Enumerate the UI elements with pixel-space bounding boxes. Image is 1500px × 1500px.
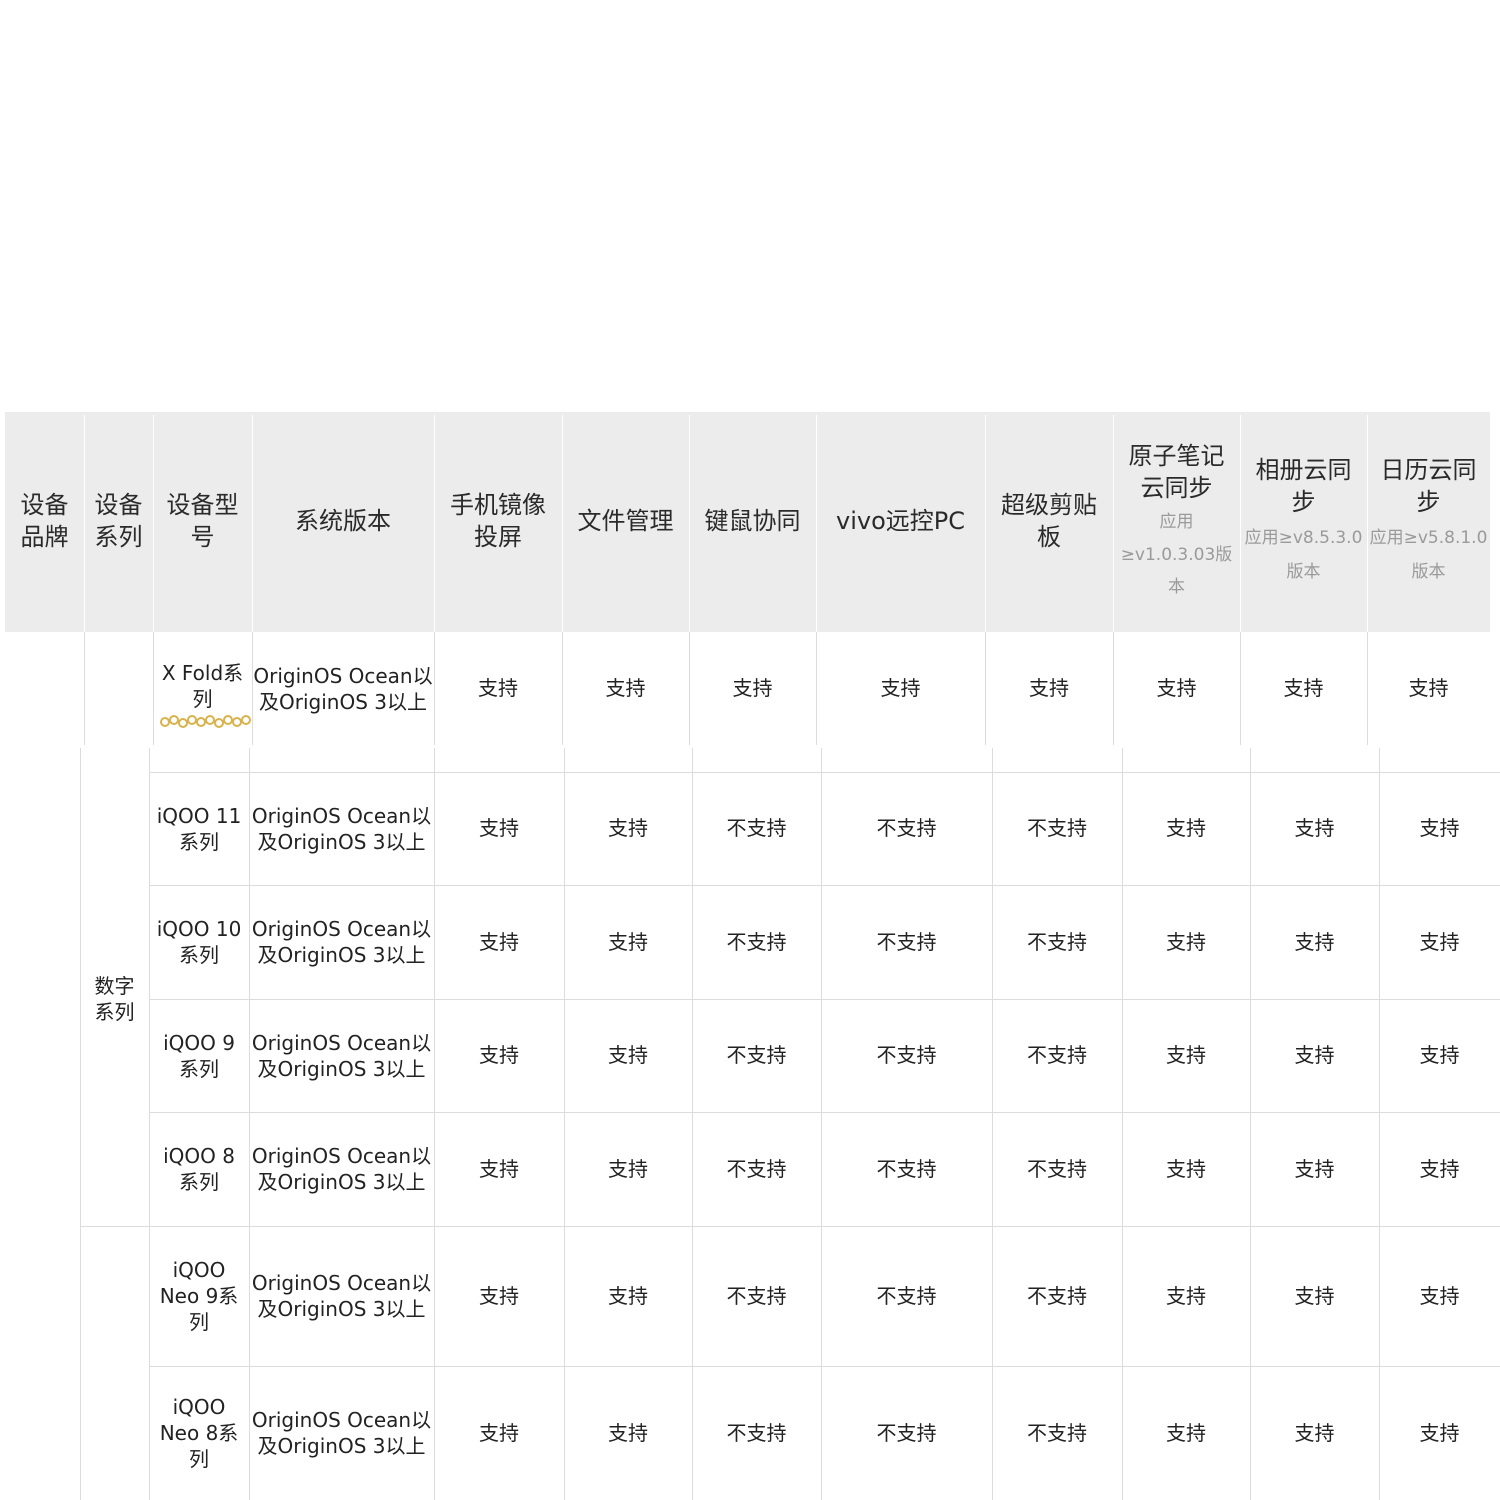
model-cell: iQOO 8 系列 [163,1144,235,1194]
table-row: iQOO Neo 9系 列 OriginOS Ocean以 及OriginOS … [0,1226,1500,1366]
watermark-decoration [157,710,253,732]
mirror-value: 支持 [478,676,518,701]
kbm-value: 不支持 [726,929,787,954]
files-value: 支持 [608,1043,648,1068]
table-row: iQOO 11 系列 OriginOS Ocean以 及OriginOS 3以上… [0,772,1500,885]
table-row: iQOO 8 系列 OriginOS Ocean以 及OriginOS 3以上 … [0,1112,1500,1226]
header-kbm: 键鼠协同 [689,412,816,632]
files-value: 支持 [608,1283,648,1308]
os-cell: OriginOS Ocean以 及OriginOS 3以上 [251,1408,432,1458]
model-cell: iQOO Neo 9系 列 [159,1258,239,1334]
notes-value: 支持 [1166,1283,1206,1308]
clipboard-value: 不支持 [1027,1043,1087,1068]
os-cell: OriginOS Ocean以 及OriginOS 3以上 [251,1144,432,1194]
remote-value: 不支持 [876,1420,937,1445]
remote-value: 支持 [880,676,921,701]
mirror-value: 支持 [479,816,519,841]
header-mirror: 手机镜像 投屏 [434,412,562,632]
model-cell: iQOO 9 系列 [163,1030,235,1081]
clipboard-value: 不支持 [1027,1420,1087,1445]
mirror-value: 支持 [479,1283,519,1308]
clipboard-value: 不支持 [1027,929,1087,954]
mirror-value: 支持 [479,1043,519,1068]
remote-value: 不支持 [876,929,937,954]
kbm-value: 不支持 [726,1420,787,1445]
header-album: 相册云同 步 应用≥v8.5.3.0 版本 [1240,412,1367,632]
notes-value: 支持 [1166,929,1206,954]
remote-value: 不支持 [876,1043,937,1068]
remote-value: 不支持 [876,816,937,841]
header-remote-pc: vivo远控PC [816,412,985,632]
clipboard-value: 不支持 [1027,1283,1087,1308]
clipboard-value: 不支持 [1027,1156,1087,1181]
os-cell: OriginOS Ocean以 及OriginOS 3以上 [251,1271,432,1321]
calendar-value: 支持 [1419,1043,1460,1068]
files-value: 支持 [605,676,646,701]
header-album-sub: 应用≥v8.5.3.0 版本 [1244,527,1363,582]
header-files: 文件管理 [562,412,689,632]
header-os-version: 系统版本 [252,412,434,632]
album-value: 支持 [1294,1043,1335,1068]
mirror-value: 支持 [479,929,519,954]
header-series: 设备 系列 [84,412,153,632]
album-value: 支持 [1294,1156,1335,1181]
calendar-value: 支持 [1419,1283,1460,1308]
kbm-value: 不支持 [726,1283,787,1308]
header-calendar-title: 日历云同 步 [1380,456,1477,516]
mirror-value: 支持 [479,1420,519,1445]
clipboard-value: 支持 [1029,676,1069,701]
album-value: 支持 [1283,676,1324,701]
notes-value: 支持 [1166,1420,1206,1445]
kbm-value: 不支持 [726,816,787,841]
notes-value: 支持 [1156,676,1197,701]
files-value: 支持 [608,816,648,841]
remote-value: 不支持 [876,1156,937,1181]
kbm-value: 支持 [732,676,773,701]
model-cell: X Fold系 列 [161,661,244,711]
header-calendar-sub: 应用≥v5.8.1.0 版本 [1369,527,1488,582]
model-cell: iQOO Neo 8系 列 [159,1395,239,1471]
table-row: iQOO 9 系列 OriginOS Ocean以 及OriginOS 3以上 … [0,999,1500,1112]
model-cell: iQOO 11 系列 [156,803,242,854]
header-calendar: 日历云同 步 应用≥v5.8.1.0 版本 [1367,412,1490,632]
table-row: iQOO Neo 8系 列 OriginOS Ocean以 及OriginOS … [0,1366,1500,1500]
calendar-value: 支持 [1408,676,1449,701]
calendar-value: 支持 [1419,1156,1460,1181]
header-album-title: 相册云同 步 [1255,456,1352,516]
album-value: 支持 [1294,929,1335,954]
table-row: X Fold系 列 OriginOS Ocean以 及OriginOS 3以上 … [5,632,1490,745]
calendar-value: 支持 [1419,929,1460,954]
album-value: 支持 [1294,816,1335,841]
files-value: 支持 [608,929,648,954]
files-value: 支持 [608,1156,648,1181]
header-brand: 设备 品牌 [5,412,84,632]
notes-value: 支持 [1166,1156,1206,1181]
header-clipboard: 超级剪贴 板 [985,412,1113,632]
remote-value: 不支持 [876,1283,937,1308]
notes-value: 支持 [1166,1043,1206,1068]
kbm-value: 不支持 [726,1156,787,1181]
files-value: 支持 [608,1420,648,1445]
header-notes-sub: 应用 ≥v1.0.3.03版 本 [1120,512,1233,597]
notes-value: 支持 [1166,816,1206,841]
header-notes-title: 原子笔记 云同步 [1128,441,1225,502]
model-cell: iQOO 10 系列 [156,917,242,967]
os-cell: OriginOS Ocean以 及OriginOS 3以上 [251,803,432,854]
header-notes: 原子笔记 云同步 应用 ≥v1.0.3.03版 本 [1113,412,1240,632]
os-cell: OriginOS Ocean以 及OriginOS 3以上 [253,663,433,714]
kbm-value: 不支持 [726,1043,787,1068]
os-cell: OriginOS Ocean以 及OriginOS 3以上 [251,917,432,967]
header-model: 设备型 号 [153,412,252,632]
calendar-value: 支持 [1419,1420,1460,1445]
os-cell: OriginOS Ocean以 及OriginOS 3以上 [251,1030,432,1081]
calendar-value: 支持 [1419,816,1460,841]
clipboard-value: 不支持 [1027,816,1087,841]
mirror-value: 支持 [479,1156,519,1181]
album-value: 支持 [1294,1420,1335,1445]
table-row: iQOO 10 系列 OriginOS Ocean以 及OriginOS 3以上… [0,885,1500,999]
album-value: 支持 [1294,1283,1335,1308]
